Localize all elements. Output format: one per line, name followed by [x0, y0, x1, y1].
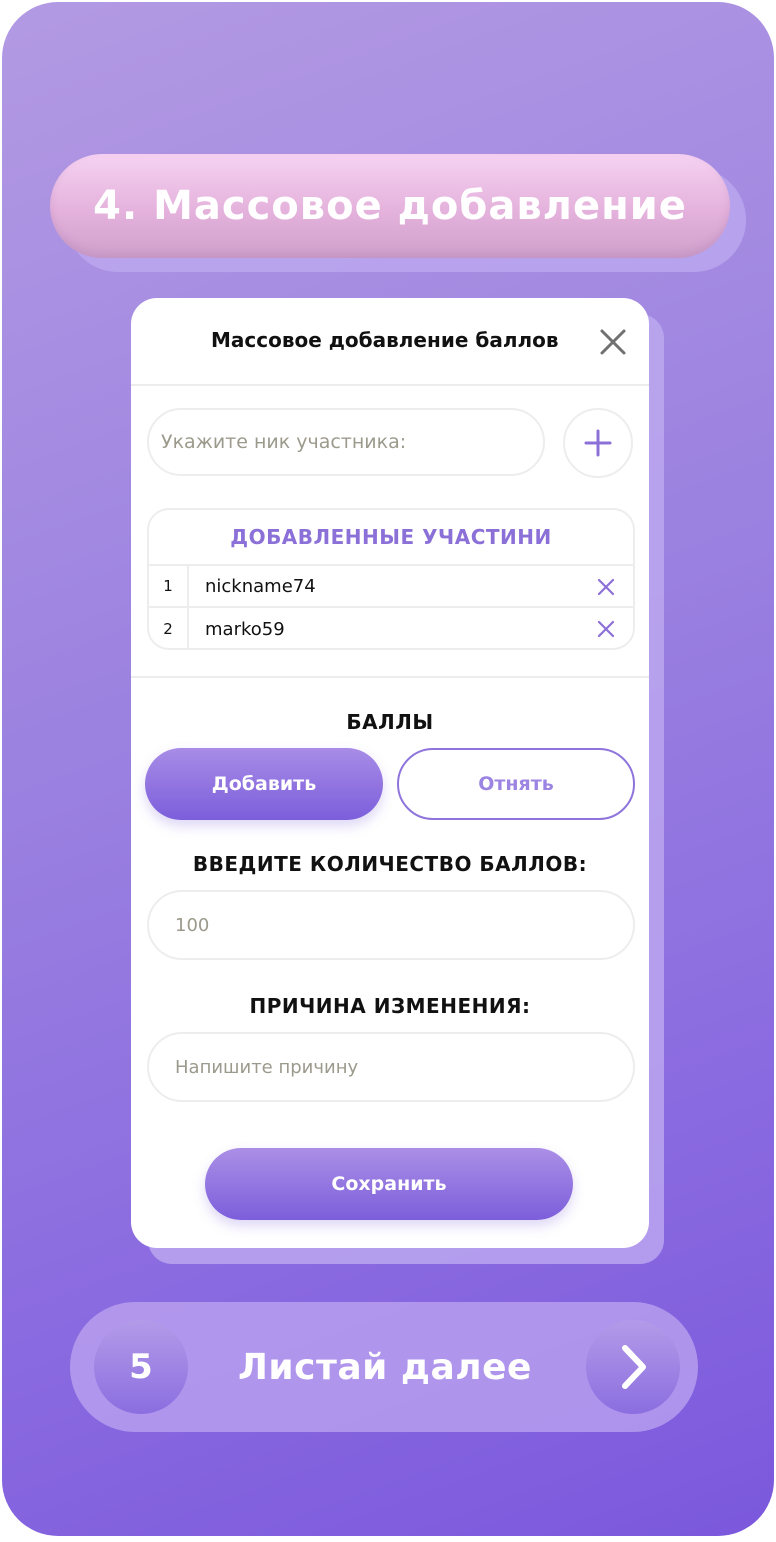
- modal-title: Массовое добавление баллов: [211, 328, 559, 352]
- subtract-points-button[interactable]: Отнять: [397, 748, 635, 820]
- added-members-title: ДОБАВЛЕННЫЕ УЧАСТИНИ: [149, 510, 633, 566]
- points-amount-input[interactable]: 100: [147, 890, 635, 960]
- close-icon[interactable]: [597, 326, 629, 358]
- points-label: БАЛЛЫ: [346, 710, 434, 734]
- next-slide-bar[interactable]: 5 Листай далее: [70, 1302, 698, 1432]
- section-divider: [131, 676, 649, 678]
- mass-points-modal: Массовое добавление баллов Укажите ник у…: [131, 298, 649, 1248]
- added-members-table: ДОБАВЛЕННЫЕ УЧАСТИНИ 1 nickname74 2 mark…: [147, 508, 635, 650]
- next-step-number: 5: [94, 1320, 188, 1414]
- plus-icon: [584, 429, 612, 457]
- reason-input[interactable]: Напишите причину: [147, 1032, 635, 1102]
- member-row: 2 marko59: [149, 608, 633, 648]
- modal-header: Массовое добавление баллов: [131, 298, 649, 386]
- member-number: 1: [149, 566, 189, 606]
- step-title: 4. Массовое добавление: [50, 154, 730, 258]
- save-button[interactable]: Сохранить: [205, 1148, 573, 1220]
- remove-member-icon[interactable]: [597, 578, 615, 596]
- member-number: 2: [149, 608, 189, 648]
- remove-member-icon[interactable]: [597, 620, 615, 638]
- member-row: 1 nickname74: [149, 566, 633, 608]
- slide-frame: 4. Массовое добавление Массовое добавлен…: [2, 2, 774, 1536]
- chevron-right-icon[interactable]: [586, 1320, 680, 1414]
- member-nickname: nickname74: [205, 575, 316, 597]
- member-nickname: marko59: [205, 618, 285, 640]
- add-member-button[interactable]: [563, 408, 633, 478]
- add-points-button[interactable]: Добавить: [145, 748, 383, 820]
- reason-label: ПРИЧИНА ИЗМЕНЕНИЯ:: [249, 994, 531, 1018]
- amount-label: ВВЕДИТЕ КОЛИЧЕСТВО БАЛЛОВ:: [192, 852, 588, 876]
- nickname-input[interactable]: Укажите ник участника:: [147, 408, 545, 476]
- next-slide-label: Листай далее: [238, 1346, 532, 1388]
